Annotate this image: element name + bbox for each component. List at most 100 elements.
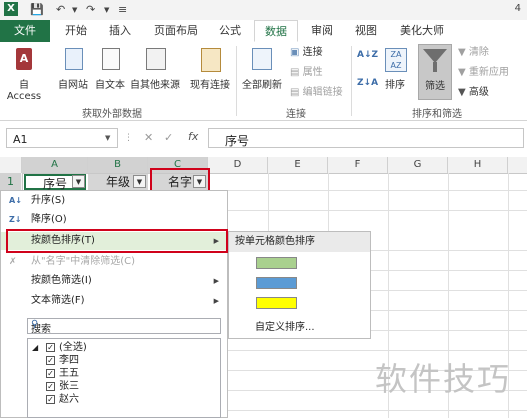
- select-all-corner[interactable]: [0, 157, 22, 173]
- list-item-label: 赵六: [59, 394, 79, 405]
- tab-page-layout[interactable]: 页面布局: [145, 20, 207, 42]
- ribbon-divider: [236, 46, 237, 116]
- column-header-d[interactable]: D: [208, 157, 268, 173]
- properties-label: 属性: [302, 67, 323, 78]
- tab-data[interactable]: 数据: [254, 20, 298, 42]
- filter-value-list: ◢ ✓ (全选) ✓ 李四 ✓ 王五 ✓ 张三 ✓ 赵六: [27, 338, 221, 418]
- tab-review[interactable]: 审阅: [302, 20, 342, 42]
- from-web-button[interactable]: 自网站: [56, 46, 90, 94]
- text-file-icon: [102, 48, 120, 70]
- save-icon[interactable]: 💾: [30, 3, 44, 16]
- column-header-f[interactable]: F: [328, 157, 388, 173]
- formula-bar: A1 ▼ ⋮ ✕ ✓ fx 序号: [0, 128, 527, 150]
- properties-icon: ▤: [290, 67, 300, 78]
- tab-formulas[interactable]: 公式: [210, 20, 250, 42]
- menu-filter-by-color[interactable]: 按颜色筛选(I) ▶: [1, 272, 227, 290]
- menu-text-filter[interactable]: 文本筛选(F) ▶: [1, 292, 227, 310]
- submenu-arrow-icon: ▶: [213, 297, 219, 305]
- formula-input[interactable]: 序号: [208, 128, 524, 148]
- checkbox[interactable]: ✓: [46, 395, 55, 404]
- color-swatch-yellow[interactable]: [256, 297, 297, 309]
- cancel-icon[interactable]: ✕: [144, 131, 153, 144]
- grip-icon: ⋮: [124, 133, 133, 143]
- gridline: [228, 210, 527, 211]
- clear-icon: ▼: [458, 47, 466, 58]
- clear-button[interactable]: ▼ 清除: [458, 46, 489, 60]
- sort-by-color-submenu: 按单元格颜色排序 自定义排序...: [228, 231, 371, 339]
- tree-collapse-icon[interactable]: ◢: [32, 342, 38, 354]
- filter-dropdown-a[interactable]: ▼: [72, 175, 85, 188]
- tab-file[interactable]: 文件: [0, 20, 50, 42]
- sort-icon: ZA AZ: [385, 48, 407, 72]
- menu-clear-filter[interactable]: ✗ 从"名字"中清除筛选(C): [1, 253, 227, 271]
- sort-ascending-icon[interactable]: A↓Z: [357, 48, 378, 62]
- refresh-all-button[interactable]: 全部刷新: [240, 46, 284, 94]
- menu-sort-ascending[interactable]: A↓ 升序(S): [1, 192, 227, 210]
- column-header-b[interactable]: B: [88, 157, 148, 173]
- existing-connections-label: 现有连接: [190, 80, 230, 91]
- from-access-button[interactable]: A 自 Access: [4, 46, 44, 102]
- custom-sort-item[interactable]: 自定义排序...: [255, 318, 315, 333]
- tab-beautify[interactable]: 美化大师: [390, 20, 454, 42]
- reapply-button[interactable]: ▼ 重新应用: [458, 66, 509, 80]
- from-other-sources-button[interactable]: 自其他来源: [128, 46, 182, 94]
- sort-descending-icon[interactable]: Z↓A: [357, 76, 378, 90]
- name-box-value: A1: [13, 133, 28, 146]
- from-text-button[interactable]: 自文本: [93, 46, 127, 94]
- header-xuhao: 序号: [42, 177, 67, 191]
- search-icon: ⚲: [31, 319, 39, 330]
- filter-icon-stem: [433, 62, 437, 72]
- checkbox[interactable]: ✓: [46, 382, 55, 391]
- reapply-label: 重新应用: [468, 67, 509, 78]
- from-access-label: 自 Access: [6, 80, 42, 102]
- undo-icon[interactable]: ↶: [56, 3, 65, 16]
- formula-value: 序号: [225, 134, 250, 148]
- advanced-button[interactable]: ▼ 高级: [458, 86, 489, 100]
- undo-dropdown-icon[interactable]: ▼: [72, 6, 77, 14]
- tab-home[interactable]: 开始: [56, 20, 96, 42]
- customize-icon[interactable]: ≡: [118, 3, 127, 16]
- search-input[interactable]: 搜索 ⚲: [27, 318, 221, 335]
- filter-menu: A↓ 升序(S) Z↓ 降序(O) 按颜色排序(T) ▶ ✗ 从"名字"中清除筛…: [0, 190, 228, 418]
- redo-icon[interactable]: ↷: [86, 3, 95, 16]
- column-header-e[interactable]: E: [268, 157, 328, 173]
- list-item-label: (全选): [59, 342, 87, 353]
- connections-icon: ▣: [290, 47, 300, 58]
- sort-ascending-icon: A↓: [9, 196, 22, 205]
- highlight-box-sort-by-color: [6, 229, 228, 253]
- group-label-get-external: 获取外部数据: [82, 109, 142, 120]
- other-sources-icon: [146, 48, 166, 70]
- row-header-1[interactable]: 1: [0, 173, 21, 190]
- refresh-all-label: 全部刷新: [242, 80, 282, 91]
- filter-button[interactable]: 筛选: [418, 44, 452, 100]
- sort-button[interactable]: ZA AZ 排序: [380, 46, 410, 94]
- color-swatch-blue[interactable]: [256, 277, 297, 289]
- menu-sort-descending[interactable]: Z↓ 降序(O): [1, 211, 227, 229]
- enter-icon[interactable]: ✓: [164, 131, 173, 144]
- tab-insert[interactable]: 插入: [100, 20, 140, 42]
- filter-dropdown-b[interactable]: ▼: [133, 175, 146, 188]
- checkbox[interactable]: ✓: [46, 343, 55, 352]
- checkbox[interactable]: ✓: [46, 369, 55, 378]
- filter-icon: [423, 49, 447, 63]
- list-item-label: 张三: [59, 381, 79, 392]
- existing-connections-button[interactable]: 现有连接: [187, 46, 233, 94]
- column-header-a[interactable]: A: [22, 157, 88, 173]
- color-swatch-green[interactable]: [256, 257, 297, 269]
- column-header-h[interactable]: H: [448, 157, 508, 173]
- edit-links-button[interactable]: ▤ 编辑链接: [290, 86, 343, 100]
- checkbox[interactable]: ✓: [46, 356, 55, 365]
- chevron-down-icon[interactable]: ▼: [105, 134, 110, 142]
- properties-button[interactable]: ▤ 属性: [290, 66, 323, 80]
- tab-view[interactable]: 视图: [346, 20, 386, 42]
- ribbon-tabs: 文件 开始 插入 页面布局 公式 数据 审阅 视图 美化大师: [0, 20, 527, 43]
- connections-button[interactable]: ▣ 连接: [290, 46, 323, 60]
- web-icon: [65, 48, 83, 70]
- name-box[interactable]: A1 ▼: [6, 128, 118, 148]
- menu-label: 从"名字"中清除筛选(C): [31, 256, 135, 267]
- column-header-g[interactable]: G: [388, 157, 448, 173]
- filter-label: 筛选: [425, 81, 445, 92]
- insert-function-icon[interactable]: fx: [188, 130, 198, 143]
- redo-dropdown-icon[interactable]: ▼: [104, 6, 109, 14]
- ribbon: A 自 Access 自网站 自文本 自其他来源 现有连接 获取外部数据 全部刷…: [0, 42, 527, 121]
